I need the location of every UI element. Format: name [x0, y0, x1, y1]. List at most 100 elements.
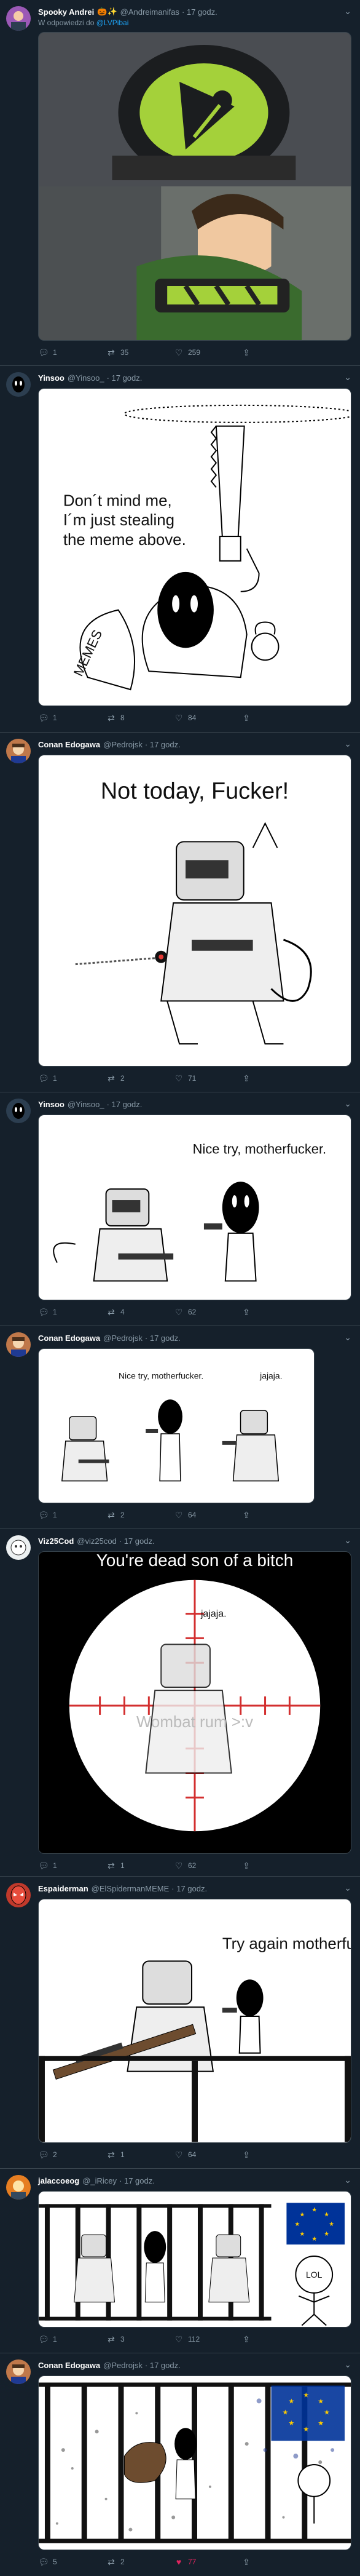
- like-button[interactable]: ♡ 64: [173, 1510, 241, 1521]
- like-button[interactable]: ♡ 84: [173, 713, 241, 723]
- share-button[interactable]: ⇪: [241, 2557, 308, 2567]
- avatar[interactable]: [6, 1535, 31, 1560]
- avatar[interactable]: [6, 2359, 31, 2384]
- avatar[interactable]: [6, 1099, 31, 1123]
- reply-button[interactable]: 💬︎ 1: [38, 1307, 106, 1318]
- like-button[interactable]: ♡ 62: [173, 1307, 241, 1318]
- user-handle[interactable]: @Pedrojsk: [103, 1334, 143, 1343]
- chevron-down-icon[interactable]: ⌄: [344, 1332, 351, 1343]
- tweet[interactable]: ⌄ Yinsoo @Yinsoo_ · 17 godz. Don´t mind …: [0, 366, 360, 733]
- share-button[interactable]: ⇪: [241, 2334, 308, 2345]
- retweet-button[interactable]: ⇄ 8: [106, 713, 173, 723]
- tweet-image[interactable]: ★ ★ ★ ★ ★ ★ ★ ★: [38, 2375, 351, 2550]
- retweet-button[interactable]: ⇄ 1: [106, 1861, 173, 1871]
- avatar[interactable]: [6, 1883, 31, 1907]
- tweet-image[interactable]: Not today, Fucker!: [38, 755, 351, 1067]
- reply-button[interactable]: 💬︎ 1: [38, 1510, 106, 1521]
- chevron-down-icon[interactable]: ⌄: [344, 372, 351, 383]
- tweet[interactable]: ⌄ Espaiderman @ElSpidermanMEME · 17 godz…: [0, 1877, 360, 2169]
- tweet-image[interactable]: You're dead son of a bitch jajaja. Womba…: [38, 1551, 351, 1854]
- reply-button[interactable]: 💬︎ 1: [38, 1073, 106, 1084]
- reply-button[interactable]: 💬︎ 1: [38, 2334, 106, 2345]
- tweet-image[interactable]: Nice try, motherfucker.: [38, 1115, 351, 1300]
- tweet-time[interactable]: · 17 godz.: [171, 1884, 207, 1893]
- retweet-button[interactable]: ⇄ 2: [106, 2557, 173, 2567]
- tweet-time[interactable]: · 17 godz.: [182, 7, 217, 17]
- share-button[interactable]: ⇪: [241, 1307, 308, 1318]
- avatar[interactable]: [6, 6, 31, 31]
- user-handle[interactable]: @ElSpidermanMEME: [92, 1884, 170, 1893]
- chevron-down-icon[interactable]: ⌄: [344, 2175, 351, 2185]
- retweet-button[interactable]: ⇄ 2: [106, 1073, 173, 1084]
- retweet-button[interactable]: ⇄ 3: [106, 2334, 173, 2345]
- tweet[interactable]: ⌄ Viz25Cod @viz25cod · 17 godz. You're d…: [0, 1529, 360, 1877]
- tweet-image[interactable]: Try again motherfucker: [38, 1899, 351, 2143]
- chevron-down-icon[interactable]: ⌄: [344, 2359, 351, 2370]
- like-button[interactable]: ♥ 77: [173, 2557, 241, 2567]
- user-handle[interactable]: @viz25cod: [77, 1536, 117, 1546]
- avatar[interactable]: [6, 372, 31, 397]
- tweet-image[interactable]: [38, 32, 351, 341]
- reply-button[interactable]: 💬︎ 5: [38, 2557, 106, 2567]
- share-button[interactable]: ⇪: [241, 1861, 308, 1871]
- chevron-down-icon[interactable]: ⌄: [344, 1099, 351, 1109]
- share-button[interactable]: ⇪: [241, 713, 308, 723]
- display-name[interactable]: Conan Edogawa: [38, 740, 100, 749]
- share-button[interactable]: ⇪: [241, 2150, 308, 2160]
- tweet-image[interactable]: Don´t mind me, I´m just stealing the mem…: [38, 388, 351, 706]
- reply-button[interactable]: 💬︎ 1: [38, 1861, 106, 1871]
- tweet-time[interactable]: · 17 godz.: [145, 1334, 181, 1343]
- reply-button[interactable]: 💬︎ 1: [38, 348, 106, 358]
- tweet[interactable]: ⌄ Yinsoo @Yinsoo_ · 17 godz. Nice try, m…: [0, 1092, 360, 1326]
- user-handle[interactable]: @Yinsoo_: [68, 1100, 104, 1109]
- tweet[interactable]: ⌄ Conan Edogawa @Pedrojsk · 17 godz. ★ ★…: [0, 2353, 360, 2576]
- tweet[interactable]: ⌄ Conan Edogawa @Pedrojsk · 17 godz. Nic…: [0, 1326, 360, 1529]
- share-button[interactable]: ⇪: [241, 1073, 308, 1084]
- tweet[interactable]: ⌄ Spooky Andrei 🎃✨ @Andreimanifas · 17 g…: [0, 0, 360, 366]
- share-button[interactable]: ⇪: [241, 348, 308, 358]
- avatar[interactable]: [6, 2175, 31, 2200]
- tweet-time[interactable]: · 17 godz.: [119, 1536, 155, 1546]
- display-name[interactable]: Conan Edogawa: [38, 2361, 100, 2370]
- retweet-button[interactable]: ⇄ 2: [106, 1510, 173, 1521]
- tweet[interactable]: ⌄ Conan Edogawa @Pedrojsk · 17 godz. Not…: [0, 733, 360, 1092]
- display-name[interactable]: jalaccoeog: [38, 2176, 79, 2185]
- like-button[interactable]: ♡ 62: [173, 1861, 241, 1871]
- like-button[interactable]: ♡ 259: [173, 348, 241, 358]
- tweet-time[interactable]: · 17 godz.: [107, 1100, 143, 1109]
- like-button[interactable]: ♡ 112: [173, 2334, 241, 2345]
- reply-mention-link[interactable]: @LVPibai: [96, 18, 129, 27]
- user-handle[interactable]: @Pedrojsk: [103, 2361, 143, 2370]
- tweet-time[interactable]: · 17 godz.: [145, 740, 181, 749]
- tweet-image[interactable]: Nice try, motherfucker. jajaja.: [38, 1348, 315, 1503]
- chevron-down-icon[interactable]: ⌄: [344, 739, 351, 749]
- like-button[interactable]: ♡ 64: [173, 2150, 241, 2160]
- tweet-image[interactable]: ★ ★ ★ ★ ★ ★ ★ ★ LOL: [38, 2191, 351, 2328]
- user-handle[interactable]: @Yinsoo_: [68, 373, 104, 383]
- user-handle[interactable]: @Pedrojsk: [103, 740, 143, 749]
- tweet-time[interactable]: · 17 godz.: [145, 2361, 181, 2370]
- retweet-button[interactable]: ⇄ 35: [106, 348, 173, 358]
- reply-button[interactable]: 💬︎ 2: [38, 2150, 106, 2160]
- reply-button[interactable]: 💬︎ 1: [38, 713, 106, 723]
- display-name[interactable]: Viz25Cod: [38, 1536, 74, 1546]
- chevron-down-icon[interactable]: ⌄: [344, 1535, 351, 1546]
- retweet-button[interactable]: ⇄ 1: [106, 2150, 173, 2160]
- display-name[interactable]: Spooky Andrei: [38, 7, 94, 17]
- user-handle[interactable]: @Andreimanifas: [120, 7, 179, 17]
- tweet[interactable]: ⌄ jalaccoeog @_iRicey · 17 godz. ★ ★ ★ ★…: [0, 2169, 360, 2353]
- chevron-down-icon[interactable]: ⌄: [344, 6, 351, 17]
- tweet-time[interactable]: · 17 godz.: [119, 2176, 155, 2185]
- display-name[interactable]: Yinsoo: [38, 1100, 65, 1109]
- user-handle[interactable]: @_iRicey: [82, 2176, 117, 2185]
- retweet-button[interactable]: ⇄ 4: [106, 1307, 173, 1318]
- share-button[interactable]: ⇪: [241, 1510, 308, 1521]
- like-button[interactable]: ♡ 71: [173, 1073, 241, 1084]
- avatar[interactable]: [6, 1332, 31, 1357]
- tweet-time[interactable]: · 17 godz.: [107, 373, 143, 383]
- display-name[interactable]: Conan Edogawa: [38, 1334, 100, 1343]
- display-name[interactable]: Yinsoo: [38, 373, 65, 383]
- display-name[interactable]: Espaiderman: [38, 1884, 88, 1893]
- chevron-down-icon[interactable]: ⌄: [344, 1883, 351, 1893]
- avatar[interactable]: [6, 739, 31, 763]
